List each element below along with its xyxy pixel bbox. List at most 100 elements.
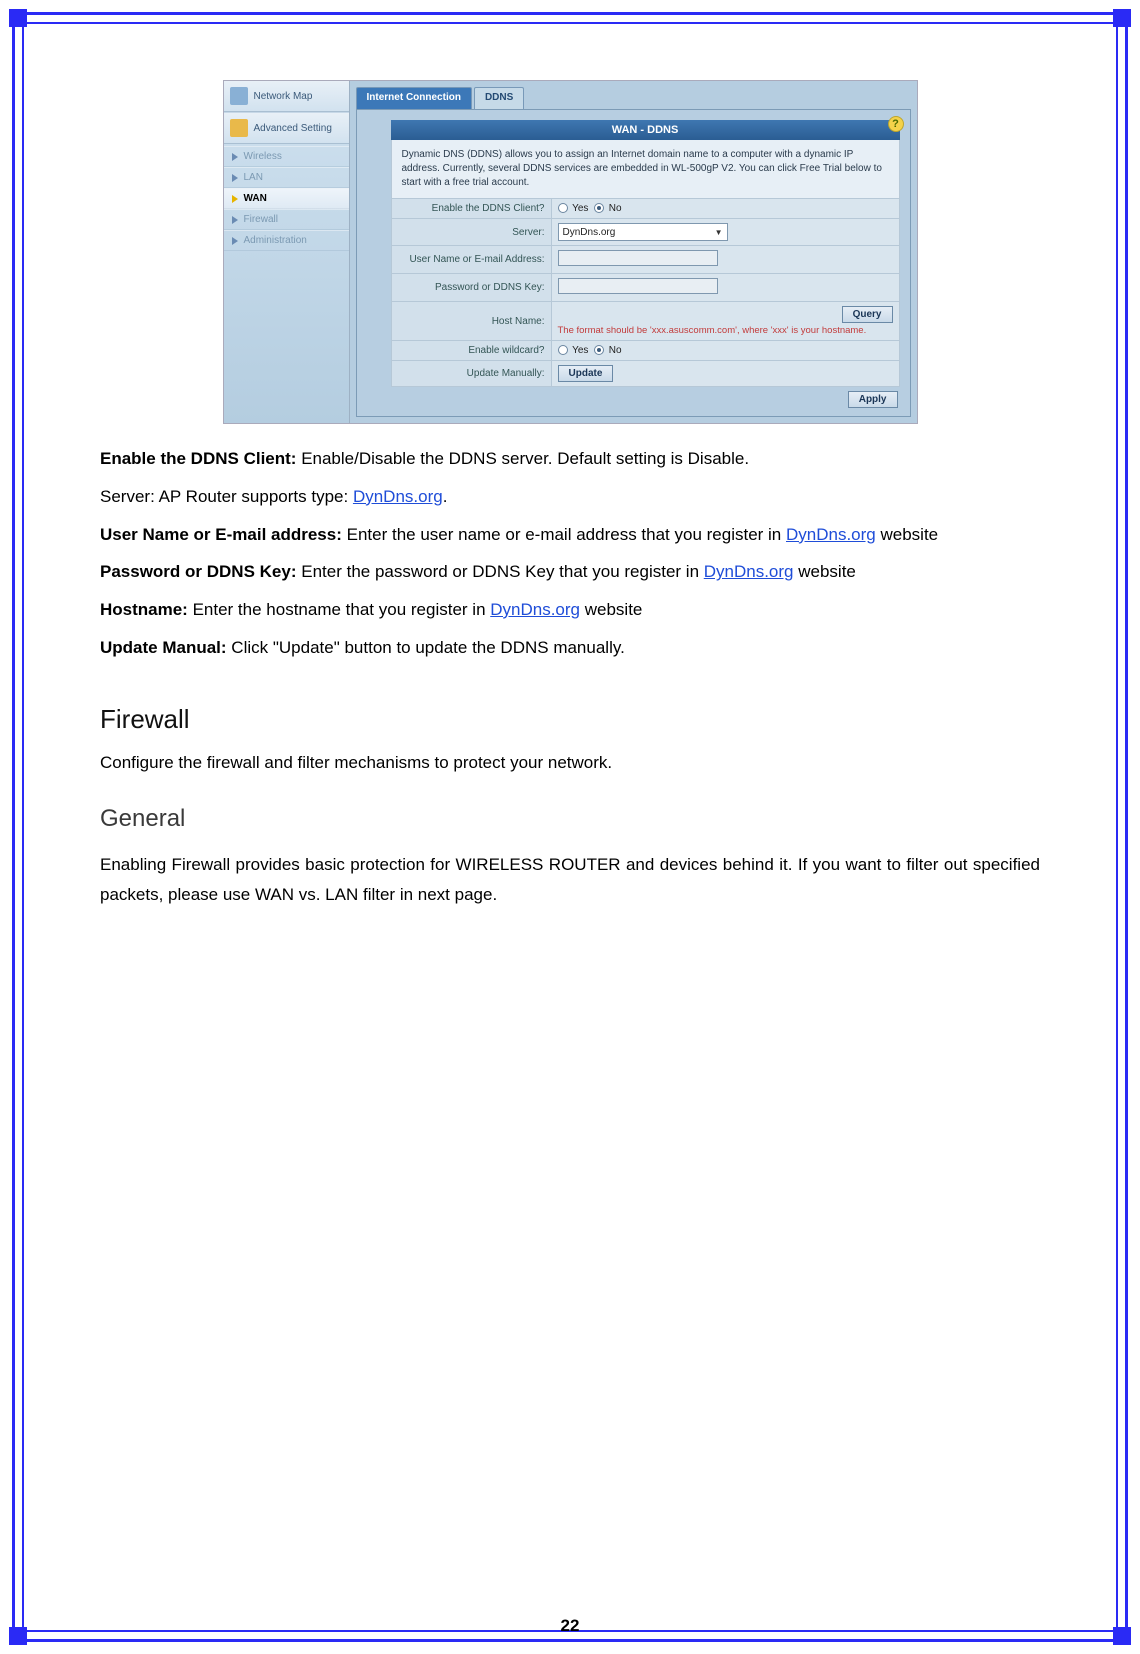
corner-decoration	[1113, 9, 1131, 27]
text: Click "Update" button to update the DDNS…	[231, 638, 625, 657]
server-select[interactable]: DynDns.org ▼	[558, 223, 728, 241]
tab-internet-connection[interactable]: Internet Connection	[356, 87, 472, 109]
sidebar-item-wireless[interactable]: Wireless	[224, 146, 349, 167]
update-button[interactable]: Update	[558, 365, 614, 382]
sidebar-item-label: Firewall	[244, 214, 278, 225]
cell-update-manually: Update	[551, 361, 899, 387]
chevron-right-icon	[232, 195, 238, 203]
chevron-right-icon	[232, 153, 238, 161]
network-map-icon	[230, 87, 248, 105]
bold-label: User Name or E-mail address:	[100, 525, 347, 544]
sidebar-top-label: Network Map	[254, 91, 313, 102]
para-hostname: Hostname: Enter the hostname that you re…	[100, 595, 1040, 625]
tab-ddns[interactable]: DDNS	[474, 87, 524, 109]
radio-no[interactable]	[594, 203, 604, 213]
cell-username	[551, 246, 899, 274]
link-dyndns[interactable]: DynDns.org	[704, 562, 794, 581]
heading-firewall: Firewall	[100, 697, 1040, 743]
panel-description: Dynamic DNS (DDNS) allows you to assign …	[391, 140, 900, 198]
para-enable-ddns: Enable the DDNS Client: Enable/Disable t…	[100, 444, 1040, 474]
para-username: User Name or E-mail address: Enter the u…	[100, 520, 1040, 550]
chevron-right-icon	[232, 174, 238, 182]
radio-wildcard-no[interactable]	[594, 345, 604, 355]
corner-decoration	[9, 9, 27, 27]
text: Enable/Disable the DDNS server. Default …	[301, 449, 749, 468]
bold-label: Password or DDNS Key:	[100, 562, 301, 581]
help-icon[interactable]: ?	[888, 116, 904, 132]
para-server: Server: AP Router supports type: DynDns.…	[100, 482, 1040, 512]
text: website	[580, 600, 642, 619]
bold-label: Hostname:	[100, 600, 193, 619]
sidebar: Network Map Advanced Setting Wireless LA…	[224, 81, 350, 423]
para-update-manual: Update Manual: Click "Update" button to …	[100, 633, 1040, 663]
username-input[interactable]	[558, 250, 718, 266]
chevron-right-icon	[232, 216, 238, 224]
para-general-desc: Enabling Firewall provides basic protect…	[100, 850, 1040, 910]
text: .	[443, 487, 448, 506]
sidebar-item-label: Administration	[244, 235, 307, 246]
sidebar-item-wan[interactable]: WAN	[224, 188, 349, 209]
server-select-value: DynDns.org	[563, 227, 616, 238]
para-firewall-desc: Configure the firewall and filter mechan…	[100, 748, 1040, 778]
text: website	[794, 562, 856, 581]
link-dyndns[interactable]: DynDns.org	[490, 600, 580, 619]
label-username: User Name or E-mail Address:	[391, 246, 551, 274]
text: website	[876, 525, 938, 544]
radio-yes-label: Yes	[572, 203, 588, 214]
label-hostname: Host Name:	[391, 302, 551, 341]
page-number: 22	[0, 1616, 1140, 1636]
sidebar-top-network-map[interactable]: Network Map	[224, 81, 349, 112]
hostname-hint: The format should be 'xxx.asuscomm.com',…	[558, 325, 893, 336]
apply-button[interactable]: Apply	[848, 391, 898, 408]
document-body: Enable the DDNS Client: Enable/Disable t…	[100, 444, 1040, 909]
link-dyndns[interactable]: DynDns.org	[353, 487, 443, 506]
label-enable-ddns: Enable the DDNS Client?	[391, 199, 551, 219]
bold-label: Update Manual:	[100, 638, 231, 657]
sidebar-item-firewall[interactable]: Firewall	[224, 209, 349, 230]
sidebar-item-label: WAN	[244, 193, 267, 204]
query-button[interactable]: Query	[842, 306, 893, 323]
sidebar-item-administration[interactable]: Administration	[224, 230, 349, 251]
radio-yes[interactable]	[558, 203, 568, 213]
label-server: Server:	[391, 219, 551, 246]
radio-wildcard-yes[interactable]	[558, 345, 568, 355]
label-wildcard: Enable wildcard?	[391, 341, 551, 361]
ddns-panel: ? WAN - DDNS Dynamic DNS (DDNS) allows y…	[356, 109, 911, 417]
link-dyndns[interactable]: DynDns.org	[786, 525, 876, 544]
text: Enter the user name or e-mail address th…	[347, 525, 786, 544]
tabstrip-spacer	[526, 87, 910, 109]
label-password: Password or DDNS Key:	[391, 274, 551, 302]
page-content: Network Map Advanced Setting Wireless LA…	[100, 60, 1040, 1594]
radio-no-label: No	[609, 203, 622, 214]
sidebar-list: Wireless LAN WAN Firewall	[224, 144, 349, 261]
radio-wc-no-label: No	[609, 345, 622, 356]
sidebar-item-label: LAN	[244, 172, 263, 183]
sidebar-item-lan[interactable]: LAN	[224, 167, 349, 188]
password-input[interactable]	[558, 278, 718, 294]
cell-server: DynDns.org ▼	[551, 219, 899, 246]
ddns-form: Enable the DDNS Client? Yes No Server:	[391, 198, 900, 387]
cell-password	[551, 274, 899, 302]
advanced-setting-icon	[230, 119, 248, 137]
chevron-right-icon	[232, 237, 238, 245]
sidebar-top-advanced[interactable]: Advanced Setting	[224, 112, 349, 144]
sidebar-item-label: Wireless	[244, 151, 282, 162]
label-update-manually: Update Manually:	[391, 361, 551, 387]
text: Server: AP Router supports type:	[100, 487, 353, 506]
para-password: Password or DDNS Key: Enter the password…	[100, 557, 1040, 587]
chevron-down-icon: ▼	[715, 228, 723, 237]
tab-bar: Internet Connection DDNS	[356, 87, 911, 109]
text: Enter the hostname that you register in	[193, 600, 491, 619]
text: Enter the password or DDNS Key that you …	[301, 562, 704, 581]
bold-label: Enable the DDNS Client:	[100, 449, 301, 468]
radio-wc-yes-label: Yes	[572, 345, 588, 356]
panel-title: WAN - DDNS	[391, 120, 900, 140]
apply-row: Apply	[391, 387, 900, 412]
router-ui-screenshot: Network Map Advanced Setting Wireless LA…	[223, 80, 918, 424]
sidebar-top-label: Advanced Setting	[254, 123, 332, 134]
cell-wildcard: Yes No	[551, 341, 899, 361]
cell-hostname: Query The format should be 'xxx.asuscomm…	[551, 302, 899, 341]
main-panel: Internet Connection DDNS ? WAN - DDNS Dy…	[350, 81, 917, 423]
cell-enable-ddns: Yes No	[551, 199, 899, 219]
heading-general: General	[100, 798, 1040, 840]
